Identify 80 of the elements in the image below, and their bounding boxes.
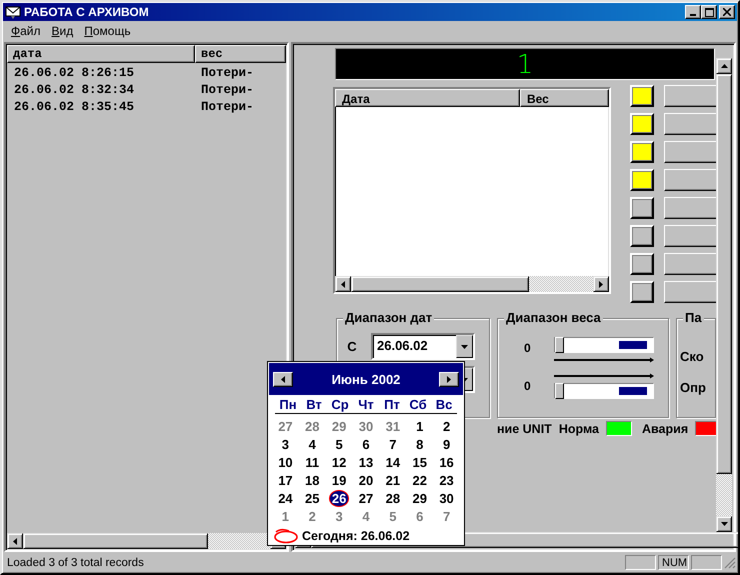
- calendar-day[interactable]: 8: [413, 436, 426, 452]
- calendar-day[interactable]: 10: [275, 454, 296, 470]
- calendar-day[interactable]: 24: [275, 490, 296, 506]
- calendar-day[interactable]: 25: [302, 490, 322, 506]
- calendar-day[interactable]: 26: [328, 490, 350, 506]
- calendar-day[interactable]: 1: [413, 418, 426, 434]
- calendar-day[interactable]: 19: [328, 472, 350, 488]
- weekday-label: Вт: [305, 397, 323, 412]
- table-cell-text: Потери-: [200, 100, 254, 114]
- month-title[interactable]: Июнь 2002: [332, 372, 400, 386]
- calendar-day[interactable]: 20: [356, 472, 376, 488]
- calendar-day[interactable]: 15: [409, 454, 430, 470]
- calendar-day[interactable]: 2: [306, 508, 319, 524]
- calendar-day[interactable]: 4: [306, 436, 319, 452]
- window-title: РАБОТА С АРХИВОМ: [24, 5, 150, 19]
- today-link[interactable]: Сегодня: 26.06.02: [302, 529, 410, 543]
- state-label: ние UNIT: [497, 422, 552, 436]
- calendar-day[interactable]: 12: [328, 454, 350, 470]
- weekday-label: Вс: [434, 397, 454, 412]
- calendar-day[interactable]: 2: [440, 418, 454, 434]
- column-header[interactable]: дата: [7, 45, 195, 63]
- calendar-day[interactable]: 9: [440, 436, 454, 452]
- calendar-day[interactable]: 6: [413, 508, 426, 524]
- calendar-day[interactable]: 21: [382, 472, 404, 488]
- date-combo-box[interactable]: 26.06.02: [371, 333, 475, 360]
- table-cell-text: 26.06.02 8:26:15: [13, 66, 136, 80]
- calendar-day[interactable]: 13: [356, 454, 376, 470]
- calendar-day[interactable]: 3: [278, 436, 292, 452]
- calendar-day[interactable]: 7: [386, 436, 400, 452]
- state-label: Авария: [642, 422, 688, 436]
- calendar-day[interactable]: 22: [409, 472, 430, 488]
- status-text: Loaded 3 of 3 total records: [6, 556, 145, 568]
- table-cell-text: Потери-: [200, 82, 254, 96]
- weekday-label: Пт: [383, 397, 401, 412]
- calendar-day[interactable]: 1: [278, 508, 292, 524]
- slider-reading: 0: [524, 379, 532, 393]
- calendar-day[interactable]: 17: [275, 472, 296, 488]
- menu-item[interactable]: Помощь: [79, 24, 136, 38]
- calendar-day[interactable]: 27: [356, 490, 376, 506]
- table-cell-text: 26.06.02 8:32:34: [13, 82, 136, 96]
- column-header[interactable]: вес: [195, 45, 286, 63]
- calendar-day[interactable]: 11: [302, 454, 322, 470]
- calendar-day[interactable]: 29: [328, 418, 350, 434]
- calendar-day[interactable]: 23: [436, 472, 457, 488]
- group-title: Диапазон веса: [504, 310, 603, 325]
- menu-item[interactable]: Вид: [46, 24, 78, 38]
- field-label: Опр: [680, 380, 707, 395]
- calendar-day[interactable]: 29: [409, 490, 430, 506]
- menu-item[interactable]: Файл: [6, 24, 46, 38]
- table-cell-text: 26.06.02 8:35:45: [13, 100, 136, 114]
- weekday-label: Ср: [330, 397, 350, 412]
- calendar-day[interactable]: 28: [302, 418, 322, 434]
- calendar-day[interactable]: 31: [382, 418, 404, 434]
- slider-reading: 0: [524, 341, 532, 355]
- calendar-day[interactable]: 28: [382, 490, 404, 506]
- calendar-day[interactable]: 30: [436, 490, 457, 506]
- group-title: Диапазон дат: [343, 310, 434, 325]
- group-title: Па: [683, 310, 704, 325]
- calendar-day[interactable]: 5: [332, 436, 346, 452]
- weekday-label: Пн: [278, 397, 298, 412]
- field-label: С: [346, 339, 358, 354]
- calendar-day[interactable]: 30: [356, 418, 376, 434]
- table-cell-text: Потери-: [200, 66, 254, 80]
- column-header[interactable]: Вес: [520, 89, 609, 107]
- calendar-day[interactable]: 4: [359, 508, 373, 524]
- calendar-day[interactable]: 3: [332, 508, 346, 524]
- weekday-label: Чт: [357, 397, 375, 412]
- column-header[interactable]: Дата: [335, 89, 520, 107]
- calendar-day[interactable]: 16: [436, 454, 457, 470]
- weekday-label: Сб: [408, 397, 428, 412]
- counter-display: 1: [335, 48, 715, 80]
- calendar-day[interactable]: 5: [386, 508, 400, 524]
- calendar-day[interactable]: 18: [302, 472, 322, 488]
- calendar-day[interactable]: 6: [359, 436, 373, 452]
- calendar-day[interactable]: 7: [440, 508, 454, 524]
- field-label: Ско: [680, 349, 705, 364]
- calendar-day[interactable]: 14: [382, 454, 404, 470]
- status-panel: NUM: [658, 555, 689, 570]
- state-label: Норма: [558, 422, 599, 436]
- calendar-day[interactable]: 27: [275, 418, 296, 434]
